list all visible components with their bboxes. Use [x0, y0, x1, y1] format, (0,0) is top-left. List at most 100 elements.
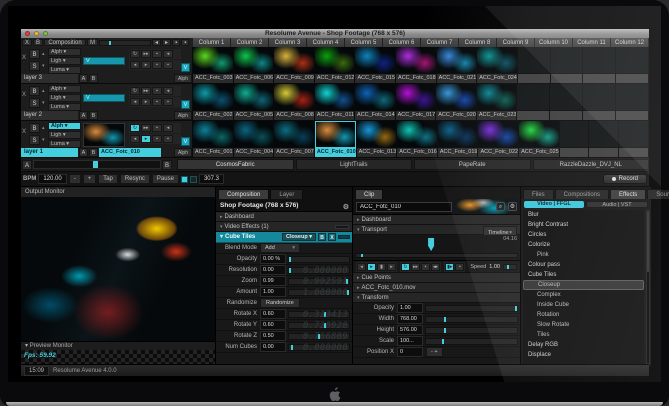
layer-b-button[interactable]: B [89, 74, 98, 83]
param-value[interactable]: 1.00 [397, 303, 423, 313]
transport-button[interactable]: ▸ [367, 263, 376, 271]
column-header-12[interactable]: Column 12 [611, 38, 648, 47]
section-cue-points[interactable]: ▸Cue Points [353, 273, 520, 283]
clip-label[interactable]: ACC_Fotc_002 [193, 111, 233, 120]
clip-label[interactable]: ACC_Fotc_006 [234, 74, 274, 83]
clip-thumbnail[interactable] [193, 121, 233, 148]
clip-cell[interactable]: ACC_Fotc_007 [274, 121, 315, 157]
transport-button[interactable]: ▸ [387, 263, 396, 271]
clip-thumbnail[interactable] [355, 84, 395, 111]
clip-cell[interactable]: ACC_Fotc_021 [437, 47, 478, 83]
clip-cell[interactable]: ACC_Fotc_022 [478, 121, 519, 157]
clip-label[interactable]: ACC_Fotc_010 [315, 148, 356, 157]
column-header-3[interactable]: Column 3 [269, 38, 306, 47]
clip-label[interactable] [560, 148, 589, 157]
deck-tab-4[interactable]: RazzleDazzle_DVJ_NL [533, 159, 650, 170]
subtab-audio[interactable]: Audio | VST [586, 201, 648, 208]
scrub-bar[interactable] [355, 253, 518, 258]
clip-cell[interactable]: ACC_Fotc_005 [234, 84, 275, 120]
clip-label[interactable]: ACC_Fotc_014 [355, 111, 395, 120]
column-header-4[interactable]: Column 4 [307, 38, 344, 47]
clip-label[interactable]: ACC_Fotc_021 [437, 74, 477, 83]
clip-label[interactable] [518, 74, 550, 83]
column-header-11[interactable]: Column 11 [573, 38, 610, 47]
param-slider[interactable]: 0.323413 [288, 311, 350, 318]
clip-thumbnail[interactable] [616, 84, 648, 111]
mini-transport-button[interactable]: ▪ [152, 124, 162, 132]
clip-label[interactable]: ACC_Fotc_005 [234, 111, 274, 120]
clip-cell[interactable] [551, 47, 584, 83]
layer-blend-tag[interactable]: Alph [174, 148, 192, 157]
effect-item-cube-tiles[interactable]: Cube Tiles [523, 270, 644, 280]
blend-option-ligh[interactable]: Ligh ▾ [48, 131, 81, 139]
composition-m-button[interactable]: M [87, 39, 98, 46]
clip-label[interactable]: ACC_Fotc_015 [355, 74, 395, 83]
clip-cell[interactable] [619, 121, 649, 157]
subtab-video[interactable]: Video | FFGL [524, 201, 584, 208]
column-header-6[interactable]: Column 6 [383, 38, 420, 47]
clip-cell[interactable]: ACC_Fotc_010 [315, 121, 357, 157]
param-slider[interactable] [425, 338, 518, 345]
clip-thumbnail[interactable] [616, 47, 648, 74]
deck-tab-2[interactable]: LightTrails [296, 159, 413, 170]
effect-bypass-button[interactable]: B [318, 233, 326, 241]
clip-cell[interactable]: ACC_Fotc_002 [193, 84, 234, 120]
clip-thumbnail[interactable] [589, 121, 618, 148]
clip-thumbnail[interactable] [550, 84, 582, 111]
clip-cell[interactable]: ACC_Fotc_020 [436, 84, 477, 120]
clip-label[interactable] [616, 111, 648, 120]
layer-a-button[interactable]: A [79, 111, 88, 120]
effect-item-blur[interactable]: Blur [523, 210, 644, 220]
mini-transport-button[interactable]: ▸▸ [141, 87, 151, 95]
param-dropdown[interactable]: Add▾ [260, 243, 300, 253]
clip-name-field[interactable] [356, 202, 452, 212]
mini-transport-button[interactable]: ▪ [163, 98, 173, 106]
clip-label[interactable]: ACC_Fotc_013 [357, 148, 397, 157]
crossfader-slider[interactable] [33, 160, 161, 169]
effect-item-rotation[interactable]: Rotation [523, 310, 644, 320]
section-clip-file[interactable]: ▸ACC_Fotc_010.mov [353, 283, 520, 293]
param-value[interactable]: 768.00 [397, 314, 423, 324]
param-checkbox[interactable] [260, 355, 267, 356]
clip-label[interactable]: ACC_Fotc_012 [315, 74, 355, 83]
section-clip-dashboard[interactable]: ▸Dashboard [353, 215, 520, 225]
effect-item-slow-rotate[interactable]: Slow Rotate [523, 320, 644, 330]
clip-label[interactable]: ACC_Fotc_009 [274, 74, 314, 83]
composition-master-slider[interactable] [99, 40, 151, 46]
param-button[interactable]: Randomize [260, 298, 300, 308]
tab-clip[interactable]: Clip [355, 189, 383, 199]
transport-button[interactable]: ▪ [455, 263, 464, 271]
effects-mix-slider[interactable] [335, 225, 349, 229]
effect-item-bright-contrast[interactable]: Bright Contrast [523, 220, 644, 230]
clip-cell[interactable]: ACC_Fotc_016 [397, 121, 438, 157]
composition-transport-button-3[interactable]: ▪ [181, 39, 189, 46]
effect-opacity-slider[interactable] [338, 235, 350, 239]
param-value[interactable]: 1.00 [260, 287, 286, 297]
clip-label[interactable] [589, 148, 618, 157]
composition-transport-button-0[interactable]: ◂ [152, 39, 161, 46]
clip-thumbnail[interactable] [234, 47, 274, 74]
param-slider[interactable] [425, 327, 518, 334]
param-value[interactable]: 0 [397, 347, 423, 357]
param-slider[interactable]: 0.000000 [288, 344, 350, 351]
clip-thumbnail[interactable] [396, 47, 436, 74]
blend-option-luma[interactable]: Luma ▾ [48, 66, 81, 74]
clip-cell[interactable] [560, 121, 590, 157]
clip-label[interactable]: ACC_Fotc_011 [315, 111, 354, 120]
clip-thumbnail[interactable] [619, 121, 648, 148]
clip-thumbnail[interactable] [583, 47, 615, 74]
blend-option-alph[interactable]: Alph ▾ [48, 48, 81, 56]
section-transport[interactable]: ▾Transport Timeline▾ [353, 225, 520, 235]
transport-button[interactable]: ▸▸ [411, 263, 420, 271]
blend-option-luma[interactable]: Luma ▾ [48, 103, 81, 111]
blend-option-luma[interactable]: Luma ▾ [48, 140, 81, 148]
chevron-up-icon[interactable]: ▴ [42, 51, 45, 57]
clip-label[interactable]: ACC_Fotc_020 [436, 111, 476, 120]
clip-cell[interactable] [616, 84, 649, 120]
chevron-down-icon[interactable]: ▾ [42, 63, 45, 69]
param-value[interactable]: 0.60 [260, 309, 286, 319]
column-header-2[interactable]: Column 2 [231, 38, 268, 47]
effect-item-delay-rgb[interactable]: Delay RGB [523, 340, 644, 350]
clip-thumbnail[interactable] [437, 47, 477, 74]
layer-b-button[interactable]: B [89, 111, 98, 120]
